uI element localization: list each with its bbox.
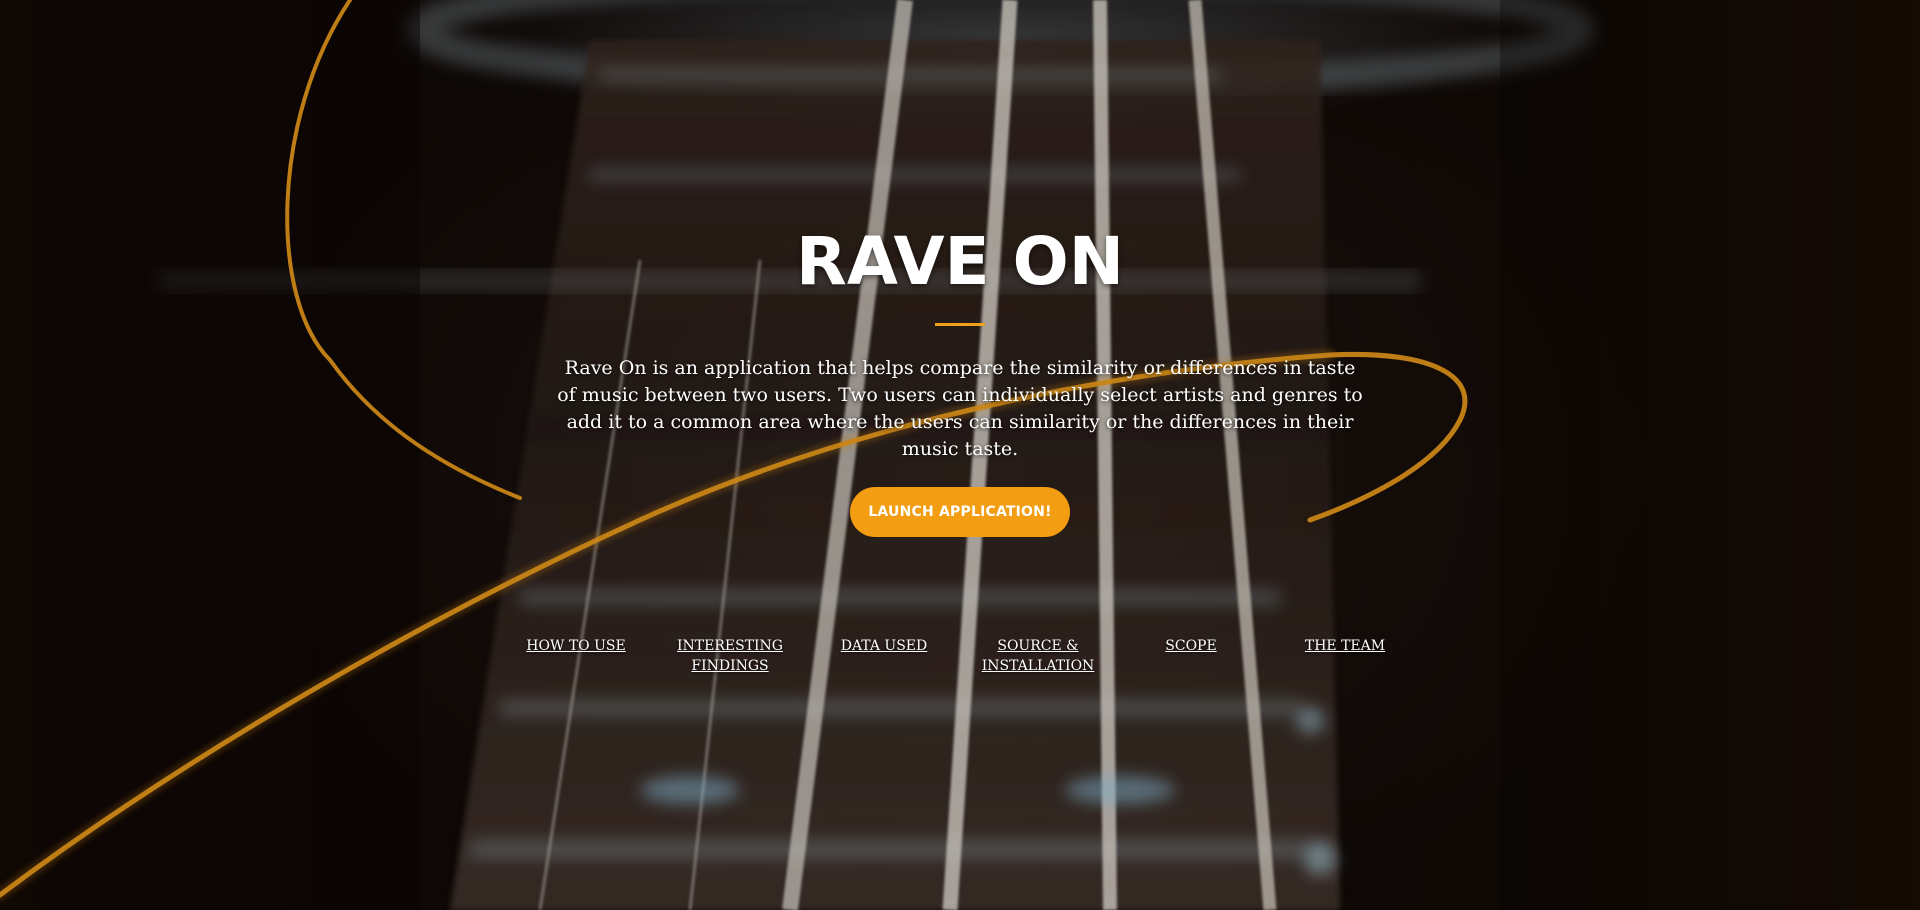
title-divider — [935, 323, 985, 326]
nav-link-how-to-use[interactable]: HOW TO USE — [506, 636, 646, 656]
nav-link-label: HOW TO USE — [526, 638, 626, 654]
launch-application-button[interactable]: LAUNCH APPLICATION! — [850, 487, 1070, 537]
nav-link-label: INSTALLATION — [981, 658, 1095, 674]
app-description: Rave On is an application that helps com… — [557, 357, 1363, 460]
nav-link-label: SCOPE — [1165, 638, 1217, 654]
nav-link-label: SOURCE & — [997, 638, 1079, 654]
nav-link-the-team[interactable]: THE TEAM — [1275, 636, 1415, 656]
nav-link-source-installation[interactable]: SOURCE & INSTALLATION — [968, 636, 1108, 676]
nav-link-label: INTERESTING — [677, 638, 783, 654]
nav-link-data-used[interactable]: DATA USED — [814, 636, 954, 656]
nav-link-label: FINDINGS — [691, 658, 769, 674]
nav-link-scope[interactable]: SCOPE — [1121, 636, 1261, 656]
page-title: RAVE ON — [796, 223, 1124, 300]
nav-link-label: DATA USED — [840, 638, 928, 654]
nav-link-label: THE TEAM — [1304, 638, 1386, 654]
nav-link-interesting-findings[interactable]: INTERESTING FINDINGS — [660, 636, 800, 676]
section-nav: HOW TO USE INTERESTING FINDINGS DATA USE… — [500, 636, 1420, 686]
hero-content: RAVE ON Rave On is an application that h… — [0, 0, 1920, 910]
hero-section: RAVE ON Rave On is an application that h… — [0, 0, 1920, 910]
